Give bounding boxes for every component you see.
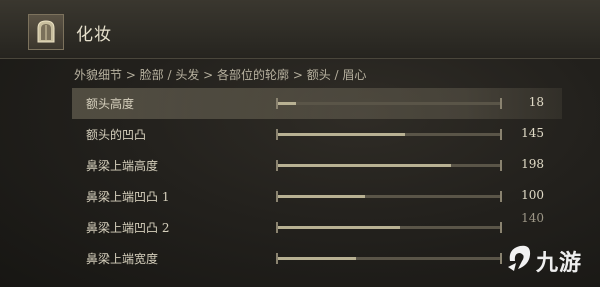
- watermark-logo: 九游: [506, 241, 590, 277]
- slider-endcap-right: [500, 191, 502, 202]
- slider-value: 100: [521, 188, 544, 202]
- slider-fill: [278, 102, 296, 105]
- slider-value: 198: [521, 157, 544, 171]
- slider-value: 145: [521, 126, 544, 140]
- slider-label: 鼻梁上端凹凸 1: [86, 190, 170, 204]
- slider-endcap-right: [500, 129, 502, 140]
- slider-list: 额头高度 18 额头的凹凸 145 鼻梁上端高度 198 鼻梁上端凹凸 1 10…: [72, 88, 562, 274]
- slider-row-forehead-height[interactable]: 额头高度 18: [72, 88, 562, 119]
- slider-fill: [278, 164, 452, 167]
- slider-endcap-right: [500, 222, 502, 233]
- slider-row-nose-bridge-width[interactable]: 鼻梁上端宽度: [72, 243, 562, 274]
- page-title: 化妆: [76, 25, 112, 45]
- mirror-icon: [28, 14, 64, 50]
- slider-value: 140: [521, 211, 544, 225]
- jiuyou-logo-icon: [508, 245, 531, 271]
- slider-value: 18: [528, 95, 544, 109]
- slider-row-nose-bridge-height[interactable]: 鼻梁上端高度 198: [72, 150, 562, 181]
- slider-endcap-left: [276, 98, 278, 109]
- slider-label: 额头高度: [86, 97, 135, 111]
- slider-endcap-right: [500, 160, 502, 171]
- slider-endcap-left: [276, 222, 278, 233]
- slider-endcap-left: [276, 191, 278, 202]
- slider-fill: [278, 133, 405, 136]
- slider-fill: [278, 195, 365, 198]
- slider-label: 鼻梁上端高度: [86, 159, 159, 173]
- slider-endcap-left: [276, 253, 278, 264]
- slider-track[interactable]: [276, 160, 502, 171]
- slider-label: 额头的凹凸: [86, 128, 147, 142]
- slider-fill: [278, 257, 356, 260]
- slider-track[interactable]: [276, 191, 502, 202]
- slider-endcap-right: [500, 253, 502, 264]
- slider-track[interactable]: [276, 129, 502, 140]
- breadcrumb: 外貌细节 > 脸部 / 头发 > 各部位的轮廓 > 额头 / 眉心: [74, 68, 367, 82]
- slider-track[interactable]: [276, 98, 502, 109]
- slider-endcap-left: [276, 160, 278, 171]
- slider-row-nose-bridge-protrusion-2[interactable]: 鼻梁上端凹凸 2 140: [72, 211, 562, 243]
- slider-endcap-right: [500, 98, 502, 109]
- slider-label: 鼻梁上端宽度: [86, 252, 159, 266]
- slider-fill: [278, 226, 401, 229]
- slider-track[interactable]: [276, 222, 502, 233]
- slider-row-nose-bridge-protrusion-1[interactable]: 鼻梁上端凹凸 1 100: [72, 181, 562, 212]
- slider-row-forehead-protrusion[interactable]: 额头的凹凸 145: [72, 119, 562, 150]
- slider-label: 鼻梁上端凹凸 2: [86, 221, 170, 235]
- watermark-text: 九游: [536, 251, 583, 276]
- slider-endcap-left: [276, 129, 278, 140]
- slider-track[interactable]: [276, 253, 502, 264]
